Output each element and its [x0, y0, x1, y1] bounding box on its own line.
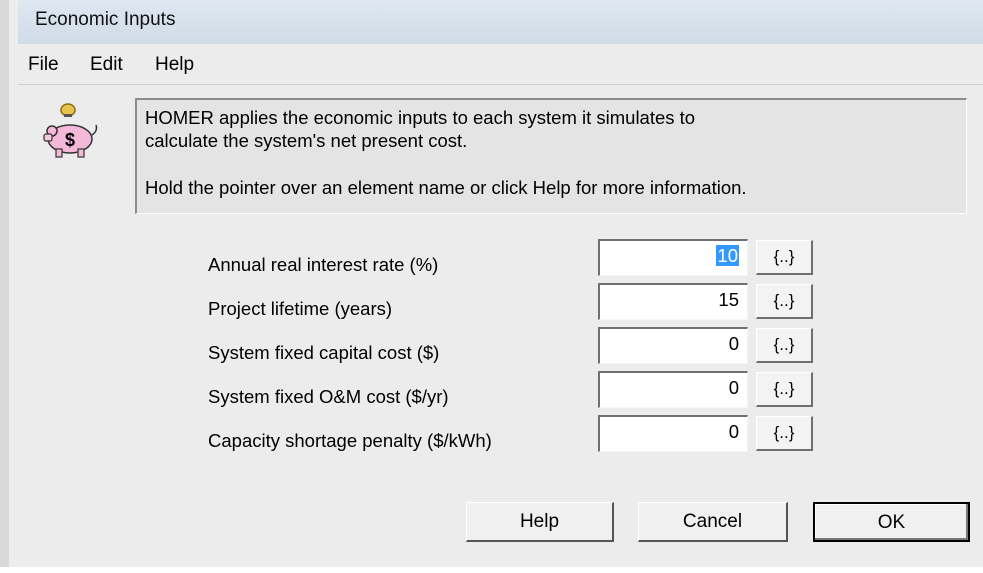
interest-rate-sensitivity-button[interactable]: {..}	[756, 240, 813, 275]
project-lifetime-input[interactable]: 15	[598, 283, 748, 320]
fixed-om-cost-sensitivity-button[interactable]: {..}	[756, 372, 813, 407]
interest-rate-value: 10	[716, 245, 739, 266]
label-fixed-om-cost: System fixed O&M cost ($/yr)	[208, 386, 449, 407]
title-bar[interactable]: Economic Inputs	[18, 0, 983, 44]
menu-edit[interactable]: Edit	[90, 54, 123, 76]
dialog-content: $ HOMER applies the economic inputs to e…	[18, 85, 983, 567]
label-capacity-shortage-penalty: Capacity shortage penalty ($/kWh)	[208, 430, 492, 451]
piggy-bank-icon: $	[43, 103, 98, 158]
info-line-1: HOMER applies the economic inputs to eac…	[145, 107, 696, 128]
label-interest-rate: Annual real interest rate (%)	[208, 254, 439, 275]
menu-bar: File Edit Help	[18, 44, 983, 85]
info-message: HOMER applies the economic inputs to eac…	[135, 98, 967, 214]
label-project-lifetime: Project lifetime (years)	[208, 298, 393, 319]
menu-file[interactable]: File	[28, 54, 59, 76]
cancel-button[interactable]: Cancel	[638, 502, 788, 542]
interest-rate-input[interactable]: 10	[598, 239, 748, 276]
economic-inputs-window: Economic Inputs File Edit Help $ HOMER a…	[0, 0, 983, 567]
capacity-shortage-penalty-sensitivity-button[interactable]: {..}	[756, 416, 813, 451]
info-line-2: calculate the system's net present cost.	[145, 130, 468, 151]
menu-help[interactable]: Help	[155, 54, 194, 76]
fixed-om-cost-input[interactable]: 0	[598, 371, 748, 408]
window-title: Economic Inputs	[35, 9, 176, 30]
ok-button[interactable]: OK	[813, 502, 970, 542]
project-lifetime-sensitivity-button[interactable]: {..}	[756, 284, 813, 319]
capacity-shortage-penalty-input[interactable]: 0	[598, 415, 748, 452]
svg-text:$: $	[65, 130, 75, 150]
info-line-3: Hold the pointer over an element name or…	[145, 177, 747, 198]
help-button[interactable]: Help	[466, 502, 614, 542]
label-fixed-capital-cost: System fixed capital cost ($)	[208, 342, 440, 363]
fixed-capital-cost-input[interactable]: 0	[598, 327, 748, 364]
fixed-capital-cost-sensitivity-button[interactable]: {..}	[756, 328, 813, 363]
